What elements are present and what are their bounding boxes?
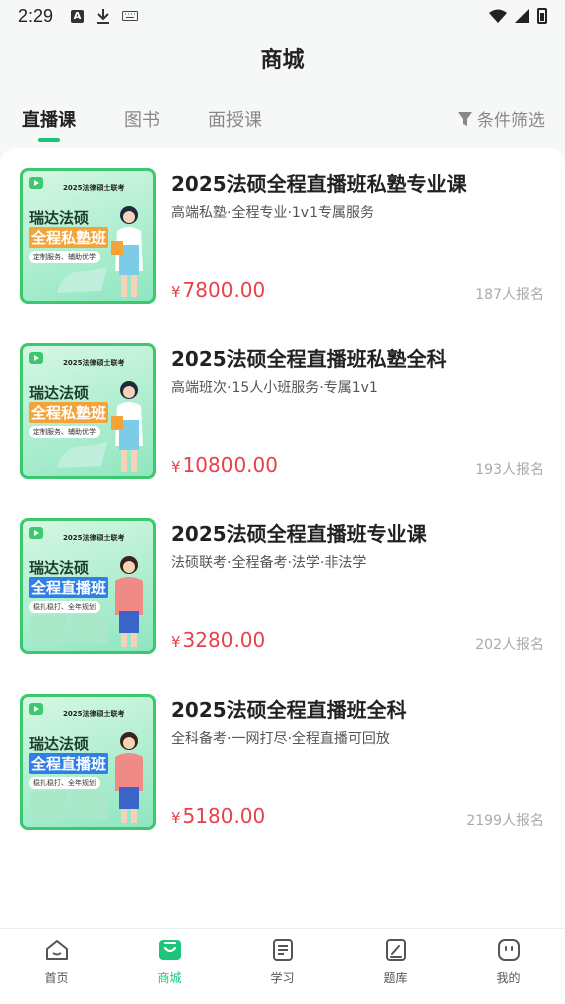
category-tabs: 直播课 图书 面授课 条件筛选 xyxy=(0,106,565,146)
nav-study[interactable]: 学习 xyxy=(226,929,339,1004)
thumb-brand: 瑞达法硕 xyxy=(29,209,90,227)
thumb-tagline: 定制服务、辅助优学 xyxy=(29,426,100,438)
thumb-tagline: 定制服务、辅助优学 xyxy=(29,251,100,263)
enrolled-count: 187人报名 xyxy=(475,287,544,303)
product-thumbnail: 2025法律硕士联考 瑞达法硕 全程私塾班 定制服务、辅助优学 xyxy=(20,168,156,304)
thumb-brand: 瑞达法硕 xyxy=(29,384,90,402)
thumb-tagline: 稳扎稳打、全年规划 xyxy=(29,601,100,613)
play-icon xyxy=(29,703,43,715)
product-title: 2025法硕全程直播班全科 xyxy=(171,698,407,722)
nav-shop-label: 商城 xyxy=(157,971,182,985)
profile-icon xyxy=(497,939,520,961)
thumb-class-name: 全程私塾班 xyxy=(29,402,109,423)
product-price: ¥3280.00 xyxy=(171,628,266,652)
teacher-illustration-icon xyxy=(111,381,143,472)
enrolled-count: 202人报名 xyxy=(475,637,544,653)
product-thumbnail: 2025法律硕士联考 瑞达法硕 全程直播班 稳扎稳打、全年规划 xyxy=(20,694,156,830)
product-thumbnail: 2025法律硕士联考 瑞达法硕 全程直播班 稳扎稳打、全年规划 xyxy=(20,518,156,654)
enrolled-count: 193人报名 xyxy=(475,462,544,478)
product-card[interactable]: 2025法律硕士联考 瑞达法硕 全程直播班 稳扎稳打、全年规划 2025法硕全程… xyxy=(20,518,550,658)
product-title: 2025法硕全程直播班私塾全科 xyxy=(171,347,447,371)
nav-home-label: 首页 xyxy=(44,971,69,985)
cellular-icon xyxy=(515,9,529,23)
product-title: 2025法硕全程直播班专业课 xyxy=(171,522,427,546)
status-time: 2:29 xyxy=(18,5,54,26)
nav-profile-label: 我的 xyxy=(496,971,521,985)
thumb-exam-label: 2025法律硕士联考 xyxy=(63,534,125,542)
nav-question-bank-label: 题库 xyxy=(383,971,408,985)
product-subtitle: 全科备考·一网打尽·全程直播可回放 xyxy=(171,731,390,747)
thumb-exam-label: 2025法律硕士联考 xyxy=(63,710,125,718)
product-price: ¥7800.00 xyxy=(171,278,266,302)
nav-question-bank[interactable]: 题库 xyxy=(339,929,452,1004)
product-card[interactable]: 2025法律硕士联考 瑞达法硕 全程私塾班 定制服务、辅助优学 2025法硕全程… xyxy=(20,343,550,483)
thumb-class-name: 全程私塾班 xyxy=(29,227,109,248)
product-list: 2025法律硕士联考 瑞达法硕 全程私塾班 定制服务、辅助优学 2025法硕全程… xyxy=(0,148,565,928)
product-card[interactable]: 2025法律硕士联考 瑞达法硕 全程私塾班 定制服务、辅助优学 2025法硕全程… xyxy=(20,168,550,308)
product-subtitle: 高端班次·15人小班服务·专属1v1 xyxy=(171,380,378,396)
battery-icon xyxy=(537,8,547,24)
tiles-illustration-icon xyxy=(31,791,107,819)
filter-button[interactable]: 条件筛选 xyxy=(457,106,545,131)
thumb-brand: 瑞达法硕 xyxy=(29,735,90,753)
nav-study-label: 学习 xyxy=(270,971,295,985)
keyboard-icon xyxy=(122,11,139,21)
nav-home[interactable]: 首页 xyxy=(0,929,113,1004)
filter-label: 条件筛选 xyxy=(477,111,545,131)
enrolled-count: 2199人报名 xyxy=(466,813,544,829)
accessibility-icon: A xyxy=(71,9,85,23)
product-subtitle: 法硕联考·全程备考·法学·非法学 xyxy=(171,555,367,571)
mascot-illustration-icon xyxy=(57,267,107,293)
product-thumbnail: 2025法律硕士联考 瑞达法硕 全程私塾班 定制服务、辅助优学 xyxy=(20,343,156,479)
product-subtitle: 高端私塾·全程专业·1v1专属服务 xyxy=(171,205,374,221)
product-price: ¥5180.00 xyxy=(171,804,266,828)
thumb-class-name: 全程直播班 xyxy=(29,753,109,774)
teacher-illustration-icon xyxy=(115,732,143,823)
nav-profile[interactable]: 我的 xyxy=(452,929,565,1004)
status-bar: 2:29 A xyxy=(0,0,565,32)
tiles-illustration-icon xyxy=(31,615,107,643)
study-icon xyxy=(272,939,293,961)
filter-icon xyxy=(458,111,472,126)
thumb-tagline: 稳扎稳打、全年规划 xyxy=(29,777,100,789)
shop-icon xyxy=(158,940,181,960)
play-icon xyxy=(29,352,43,364)
tab-books[interactable]: 图书 xyxy=(124,106,160,142)
thumb-exam-label: 2025法律硕士联考 xyxy=(63,184,125,192)
home-icon xyxy=(45,940,68,960)
page-title: 商城 xyxy=(260,48,305,73)
play-icon xyxy=(29,177,43,189)
play-icon xyxy=(29,527,43,539)
tab-offline-courses[interactable]: 面授课 xyxy=(208,106,262,142)
download-icon xyxy=(96,8,110,24)
question-bank-icon xyxy=(385,939,406,961)
product-price: ¥10800.00 xyxy=(171,453,278,477)
thumb-brand: 瑞达法硕 xyxy=(29,559,90,577)
product-title: 2025法硕全程直播班私塾专业课 xyxy=(171,172,467,196)
wifi-icon xyxy=(489,9,507,23)
product-card[interactable]: 2025法律硕士联考 瑞达法硕 全程直播班 稳扎稳打、全年规划 2025法硕全程… xyxy=(20,694,550,834)
teacher-illustration-icon xyxy=(111,206,143,297)
tab-live-courses[interactable]: 直播课 xyxy=(22,106,76,142)
thumb-exam-label: 2025法律硕士联考 xyxy=(63,359,125,367)
mascot-illustration-icon xyxy=(57,442,107,468)
nav-shop[interactable]: 商城 xyxy=(113,929,226,1004)
bottom-navigation: 首页 商城 学习 题库 我的 xyxy=(0,928,565,1004)
thumb-class-name: 全程直播班 xyxy=(29,577,109,598)
teacher-illustration-icon xyxy=(115,556,143,647)
